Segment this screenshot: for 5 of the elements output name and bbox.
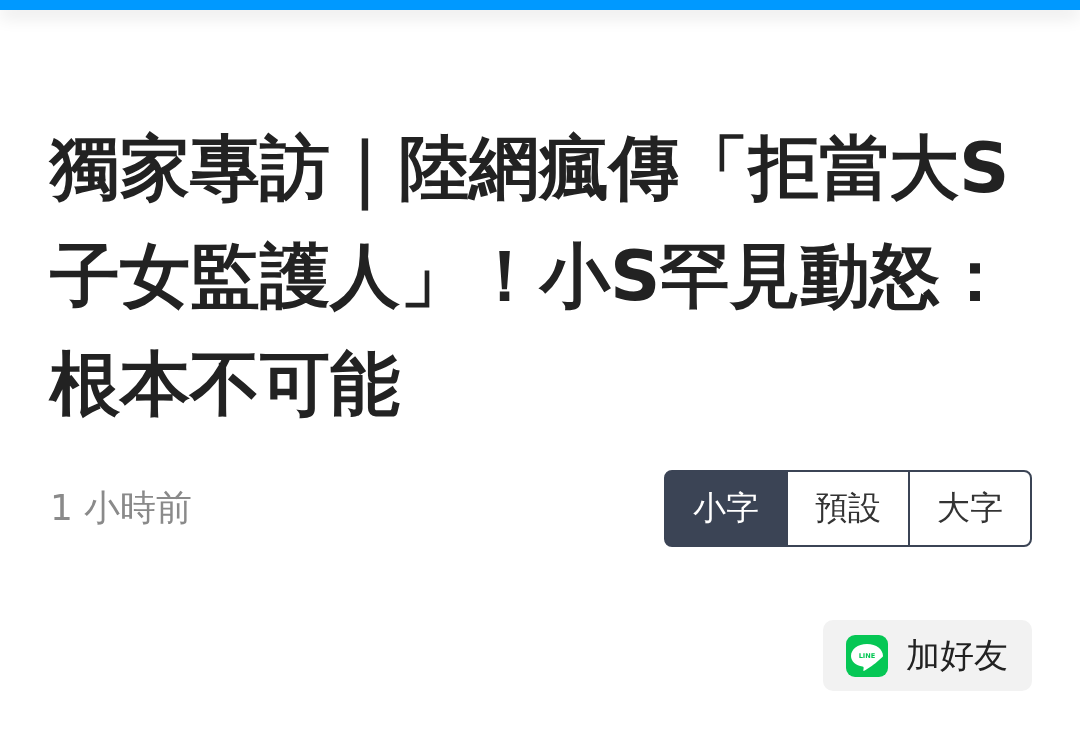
font-size-option[interactable]: 小字 (664, 470, 788, 547)
font-size-option[interactable]: 預設 (786, 470, 910, 547)
publish-time: 1 小時前 (50, 486, 193, 530)
font-size-option[interactable]: 大字 (908, 470, 1032, 547)
article-title: 獨家專訪｜陸網瘋傳「拒當大S子女監護人」！小S罕見動怒：根本不可能 (50, 126, 1012, 427)
